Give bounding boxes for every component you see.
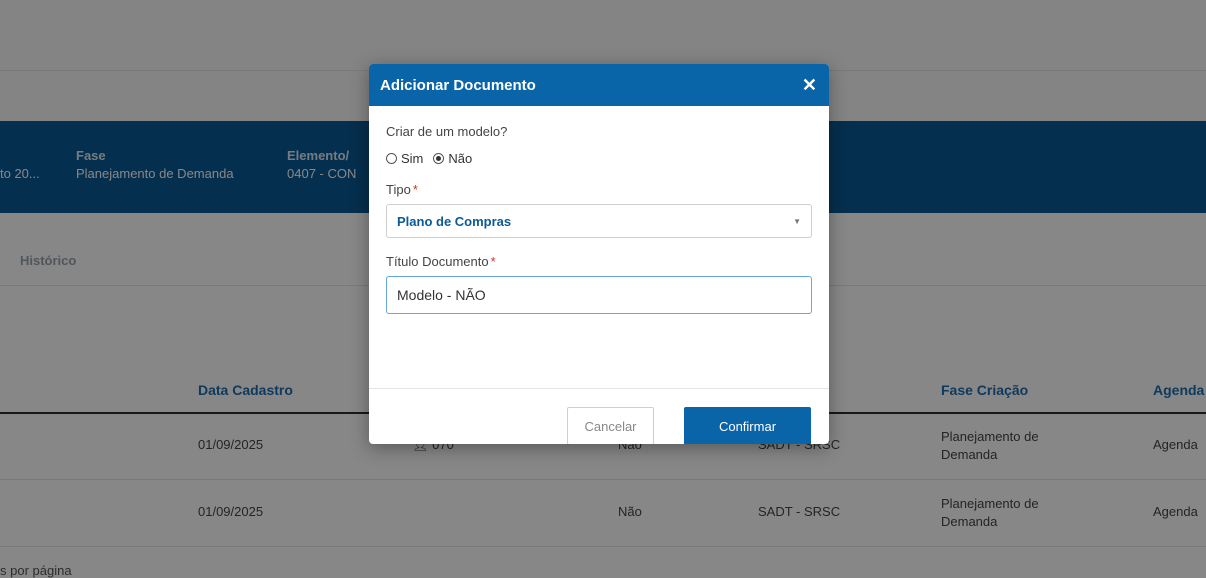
radio-sim[interactable]: Sim bbox=[386, 151, 423, 166]
radio-nao[interactable]: Não bbox=[433, 151, 472, 166]
chevron-down-icon: ▼ bbox=[793, 216, 801, 226]
dialog-footer: Cancelar Confirmar bbox=[369, 389, 829, 444]
tipo-label-text: Tipo bbox=[386, 182, 411, 197]
radio-nao-label: Não bbox=[448, 151, 473, 166]
tipo-select[interactable]: Plano de Compras ▼ bbox=[386, 204, 812, 238]
dialog-title: Adicionar Documento bbox=[380, 76, 536, 94]
template-question: Criar de um modelo? bbox=[386, 124, 508, 139]
template-radio-group: Sim Não bbox=[386, 151, 812, 166]
close-icon[interactable]: ✕ bbox=[802, 76, 817, 94]
titulo-label: Título Documento * bbox=[386, 254, 812, 269]
dialog-body: Criar de um modelo? Sim Não Tipo * Plano … bbox=[369, 106, 829, 389]
required-mark: * bbox=[490, 254, 496, 269]
dialog-header: Adicionar Documento ✕ bbox=[369, 64, 829, 106]
add-document-dialog: Adicionar Documento ✕ Criar de um modelo… bbox=[369, 64, 829, 444]
titulo-label-text: Título Documento bbox=[386, 254, 489, 269]
radio-sim-label: Sim bbox=[401, 151, 424, 166]
confirm-button[interactable]: Confirmar bbox=[684, 407, 811, 444]
required-mark: * bbox=[412, 182, 418, 197]
radio-nao-circle[interactable] bbox=[433, 153, 445, 164]
tipo-select-value: Plano de Compras bbox=[397, 213, 512, 229]
cancel-button[interactable]: Cancelar bbox=[567, 407, 654, 444]
tipo-label: Tipo * bbox=[386, 182, 812, 197]
radio-sim-circle[interactable] bbox=[386, 153, 397, 164]
titulo-input[interactable] bbox=[386, 276, 812, 314]
